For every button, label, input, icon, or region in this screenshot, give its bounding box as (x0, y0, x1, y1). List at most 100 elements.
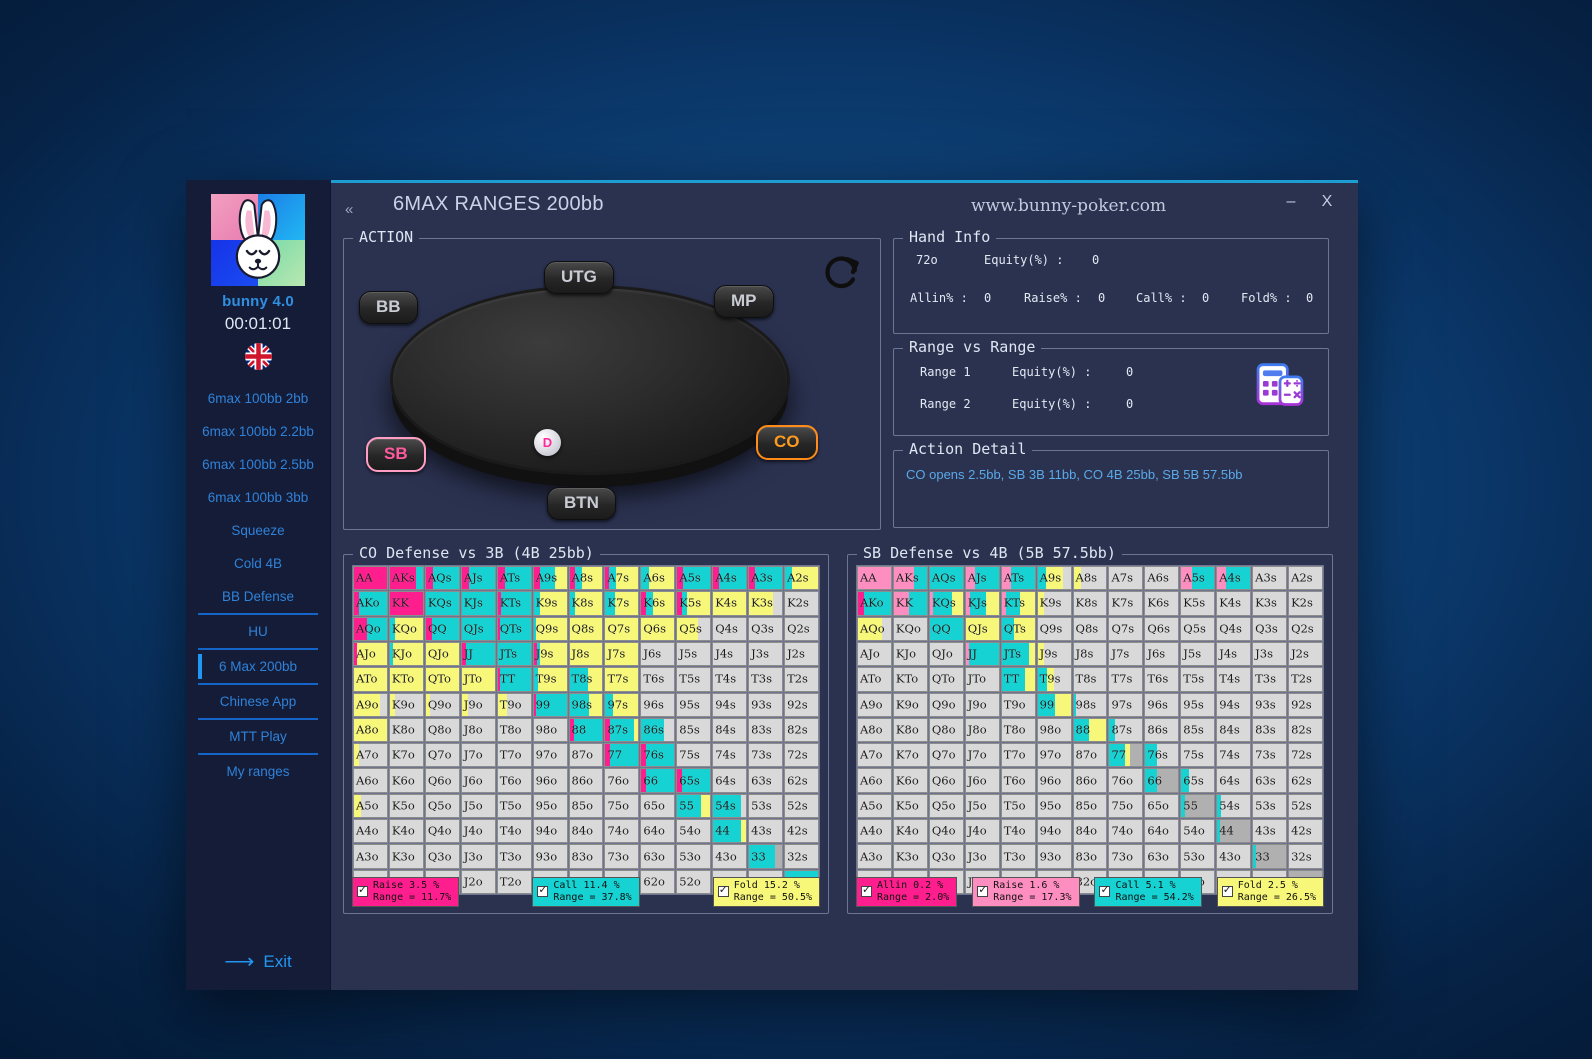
range-cell[interactable]: 75s (676, 743, 711, 767)
range-cell[interactable]: J6s (1144, 642, 1179, 666)
range-cell[interactable]: 54s (1216, 794, 1251, 818)
range-cell[interactable]: K8s (569, 591, 604, 615)
range-cell[interactable]: 82s (1288, 718, 1323, 742)
range-cell[interactable]: 77 (604, 743, 639, 767)
range-cell[interactable]: 33 (748, 844, 783, 868)
range-cell[interactable]: J7o (965, 743, 1000, 767)
range-cell[interactable]: A8o (857, 718, 892, 742)
range-cell[interactable]: 73o (604, 844, 639, 868)
range-cell[interactable]: J5o (965, 794, 1000, 818)
range-cell[interactable]: T7s (604, 667, 639, 691)
seat-bb[interactable]: BB (359, 291, 418, 324)
range-cell[interactable]: 62s (1288, 768, 1323, 792)
checkbox-call[interactable] (1099, 886, 1110, 897)
range-cell[interactable]: A9s (533, 566, 568, 590)
range-cell[interactable]: 95o (1037, 794, 1072, 818)
range-cell[interactable]: 96o (533, 768, 568, 792)
range-cell[interactable]: 76o (1108, 768, 1143, 792)
range-cell[interactable]: 88 (569, 718, 604, 742)
range-cell[interactable]: 93o (533, 844, 568, 868)
range-cell[interactable]: T4s (712, 667, 747, 691)
checkbox-allin[interactable] (861, 886, 872, 897)
range-cell[interactable]: K5o (893, 794, 928, 818)
range-cell[interactable]: K9s (1037, 591, 1072, 615)
range-cell[interactable]: A6o (353, 768, 388, 792)
range-cell[interactable]: 98o (533, 718, 568, 742)
range-cell[interactable]: K9s (533, 591, 568, 615)
range-cell[interactable]: 87o (1073, 743, 1108, 767)
range-cell[interactable]: 55 (1180, 794, 1215, 818)
range-cell[interactable]: 96s (1144, 693, 1179, 717)
range-cell[interactable]: Q4s (712, 617, 747, 641)
range-cell[interactable]: QQ (425, 617, 460, 641)
range-cell[interactable]: J6s (640, 642, 675, 666)
range-cell[interactable]: A3s (1252, 566, 1287, 590)
range-cell[interactable]: 86o (569, 768, 604, 792)
range-cell[interactable]: 94s (712, 693, 747, 717)
checkbox-fold[interactable] (1222, 886, 1233, 897)
range-cell[interactable]: Q5s (1180, 617, 1215, 641)
collapse-sidebar-icon[interactable]: « (345, 201, 353, 218)
range-cell[interactable]: 95s (676, 693, 711, 717)
range-cell[interactable]: A8o (353, 718, 388, 742)
range-cell[interactable]: 83o (569, 844, 604, 868)
range-cell[interactable]: 64o (1144, 819, 1179, 843)
range-cell[interactable]: 66 (1144, 768, 1179, 792)
range-cell[interactable]: 42s (1288, 819, 1323, 843)
range-cell[interactable]: J8s (1073, 642, 1108, 666)
range-cell[interactable]: Q8s (569, 617, 604, 641)
range-cell[interactable]: T7o (1001, 743, 1036, 767)
range-cell[interactable]: T6s (640, 667, 675, 691)
range-cell[interactable]: K3s (1252, 591, 1287, 615)
range-cell[interactable]: QQ (929, 617, 964, 641)
range-cell[interactable]: JTo (965, 667, 1000, 691)
sidebar-item-6max-100bb-3bb[interactable]: 6max 100bb 3bb (186, 481, 330, 514)
range-cell[interactable]: T8o (1001, 718, 1036, 742)
range-cell[interactable]: T6o (1001, 768, 1036, 792)
range-cell[interactable]: KTs (1001, 591, 1036, 615)
range-cell[interactable]: KK (389, 591, 424, 615)
range-cell[interactable]: Q5s (676, 617, 711, 641)
range-cell[interactable]: ATo (353, 667, 388, 691)
range-cell[interactable]: 99 (533, 693, 568, 717)
range-cell[interactable]: 94s (1216, 693, 1251, 717)
range-cell[interactable]: A3o (353, 844, 388, 868)
range-cell[interactable]: 74o (1108, 819, 1143, 843)
range-cell[interactable]: Q7s (1108, 617, 1143, 641)
range-cell[interactable]: T9s (533, 667, 568, 691)
range-cell[interactable]: 95o (533, 794, 568, 818)
range-cell[interactable]: 82s (784, 718, 819, 742)
range-cell[interactable]: A7s (1108, 566, 1143, 590)
range-cell[interactable]: KTo (389, 667, 424, 691)
range-cell[interactable]: Q3s (748, 617, 783, 641)
range-cell[interactable]: A4s (712, 566, 747, 590)
range-cell[interactable]: T5s (1180, 667, 1215, 691)
range-cell[interactable]: 33 (1252, 844, 1287, 868)
range-cell[interactable]: 66 (640, 768, 675, 792)
range-cell[interactable]: 98s (569, 693, 604, 717)
legend-chip-raise[interactable]: Raise 3.5 %Range = 11.7% (352, 877, 459, 907)
range-cell[interactable]: 94o (533, 819, 568, 843)
range-cell[interactable]: 63o (640, 844, 675, 868)
range-cell[interactable]: Q6s (640, 617, 675, 641)
range-cell[interactable]: J9o (965, 693, 1000, 717)
range-cell[interactable]: 87s (1108, 718, 1143, 742)
range-cell[interactable]: 86o (1073, 768, 1108, 792)
range-cell[interactable]: T6s (1144, 667, 1179, 691)
seat-mp[interactable]: MP (714, 285, 774, 318)
seat-utg[interactable]: UTG (544, 261, 614, 294)
range-cell[interactable]: 83s (1252, 718, 1287, 742)
range-cell[interactable]: K6o (893, 768, 928, 792)
range-cell[interactable]: Q7s (604, 617, 639, 641)
range-cell[interactable]: 96o (1037, 768, 1072, 792)
range-cell[interactable]: K8o (893, 718, 928, 742)
range-cell[interactable]: J7o (461, 743, 496, 767)
range-cell[interactable]: A6s (1144, 566, 1179, 590)
range-cell[interactable]: 65s (1180, 768, 1215, 792)
range-cell[interactable]: A9s (1037, 566, 1072, 590)
range-cell[interactable]: K6s (1144, 591, 1179, 615)
range-cell[interactable]: 94o (1037, 819, 1072, 843)
range-cell[interactable]: K4o (893, 819, 928, 843)
range-cell[interactable]: 84s (1216, 718, 1251, 742)
seat-btn[interactable]: BTN (547, 487, 616, 520)
